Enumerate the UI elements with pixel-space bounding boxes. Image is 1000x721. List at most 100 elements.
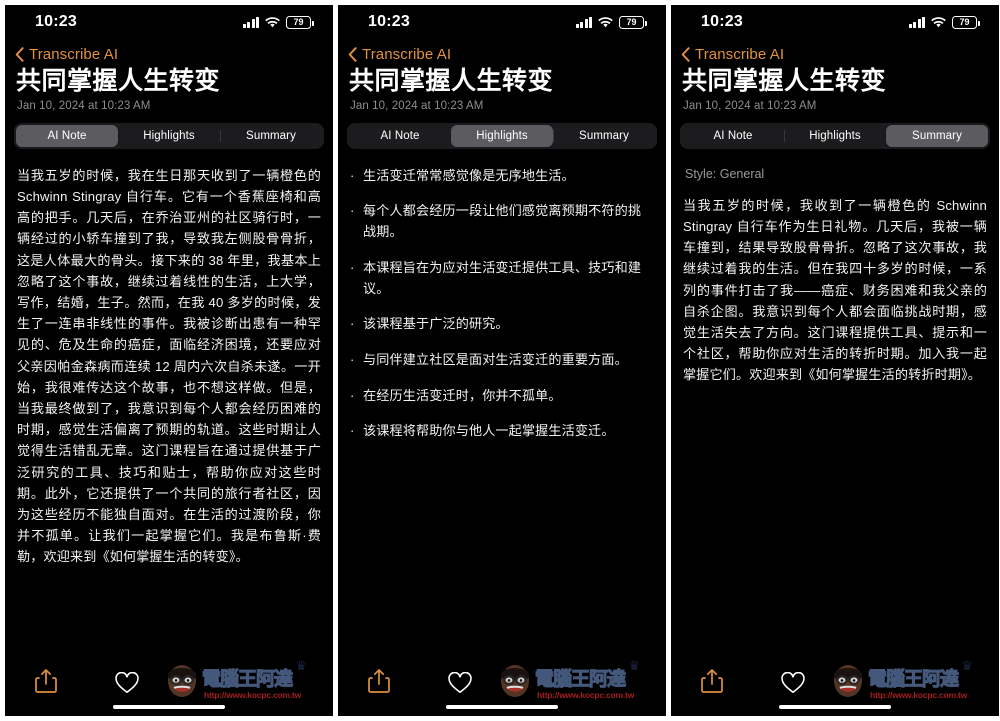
heart-icon[interactable] [447,671,473,694]
tabs-container: AI Note Highlights Summary [338,112,666,149]
back-label: Transcribe AI [29,45,119,63]
status-indicators: 79 [908,15,980,29]
tabs-container: AI Note Highlights Summary [5,112,333,149]
page-date: Jan 10, 2024 at 10:23 AM [350,99,484,112]
bullet-marker: · [350,423,355,439]
cellular-signal-icon [908,16,925,28]
bottom-toolbar: ♛ 電腦王阿達 http://www.kocpc.com.tw [338,654,666,716]
tab-highlights[interactable]: Highlights [784,125,886,147]
bullet-marker: · [350,167,355,183]
list-item-text: 该课程将帮助你与他人一起掌握生活变迁。 [363,423,615,439]
bullet-marker: · [350,387,355,403]
page-title: 共同掌握人生转变 [349,67,554,95]
bullet-marker: · [350,316,355,332]
site-watermark: ♛ 電腦王阿達 http://www.kocpc.com.tw [828,658,995,702]
chevron-left-icon [15,46,24,62]
watermark-text: ♛ 電腦王阿達 http://www.kocpc.com.tw [201,658,329,701]
back-label: Transcribe AI [695,45,785,63]
battery-icon: 79 [286,15,314,29]
tabs-container: AI Note Highlights Summary [671,112,999,149]
crown-icon: ♛ [295,658,307,673]
list-item: · 生活变迁常常感觉像是无序地生活。 [350,166,654,187]
mascot-face-icon [495,662,535,700]
crown-icon: ♛ [628,658,640,673]
bottom-toolbar: ♛ 電腦王阿達 http://www.kocpc.com.tw [5,654,333,716]
watermark-brand: 電腦王阿達 [534,669,626,691]
wifi-icon [265,16,280,28]
battery-icon: 79 [952,15,980,29]
list-item: · 该课程基于广泛的研究。 [350,314,654,335]
cellular-signal-icon [242,16,259,28]
back-button[interactable]: Transcribe AI [338,39,666,65]
page-date: Jan 10, 2024 at 10:23 AM [683,99,817,112]
site-watermark: ♛ 電腦王阿達 http://www.kocpc.com.tw [495,658,662,702]
tab-ai-note[interactable]: AI Note [16,124,118,147]
tab-summary[interactable]: Summary [553,125,655,147]
segmented-control: AI Note Highlights Summary [14,122,324,149]
cellular-signal-icon [575,16,592,28]
page-title: 共同掌握人生转变 [16,67,221,95]
list-item: · 与同伴建立社区是面对生活变迁的重要方面。 [350,350,654,371]
status-indicators: 79 [242,15,314,29]
status-bar: 10:23 79 [338,5,666,39]
share-icon[interactable] [35,668,57,694]
bullet-marker: · [350,203,355,219]
heart-icon[interactable] [780,671,806,694]
screenshot-strip: 10:23 79 Transcribe AI 共同掌握人生转变 Jan 10, … [0,0,1000,721]
list-item: · 该课程将帮助你与他人一起掌握生活变迁。 [350,421,654,442]
chevron-left-icon [681,46,690,62]
watermark-brand: 電腦王阿達 [201,669,293,691]
phone-panel-summary: 10:23 79 Transcribe AI 共同掌握人生转变 Jan 10, … [671,5,999,716]
status-indicators: 79 [575,15,647,29]
heart-icon[interactable] [114,671,140,694]
page-date: Jan 10, 2024 at 10:23 AM [17,99,151,112]
mascot-face-icon [828,662,868,700]
ai-note-body: 当我五岁的时候，我在生日那天收到了一辆橙色的 Schwinn Stingray … [17,167,321,565]
status-clock: 10:23 [701,13,743,30]
status-clock: 10:23 [368,13,410,30]
chevron-left-icon [348,46,357,62]
list-item: · 在经历生活变迁时，你并不孤单。 [350,386,654,407]
bullet-marker: · [350,351,355,367]
phone-panel-ai-note: 10:23 79 Transcribe AI 共同掌握人生转变 Jan 10, … [5,5,333,716]
panel-content-summary: Style: General 当我五岁的时候，我收到了一辆橙色的 Schwinn… [671,149,999,654]
list-item: · 每个人都会经历一段让他们感觉离预期不符的挑战期。 [350,201,654,242]
tab-summary[interactable]: Summary [886,124,988,147]
watermark-text: ♛ 電腦王阿達 http://www.kocpc.com.tw [867,658,995,701]
status-bar: 10:23 79 [671,5,999,39]
wifi-icon [598,16,613,28]
mascot-face-icon [162,662,202,700]
watermark-url: http://www.kocpc.com.tw [537,690,635,700]
panel-content-highlights: · 生活变迁常常感觉像是无序地生活。 · 每个人都会经历一段让他们感觉离预期不符… [338,149,666,654]
tab-highlights[interactable]: Highlights [451,124,553,147]
home-indicator [113,704,225,709]
status-bar: 10:23 79 [5,5,333,39]
battery-level: 79 [293,16,304,27]
list-item-text: 该课程基于广泛的研究。 [363,316,509,332]
site-watermark: ♛ 電腦王阿達 http://www.kocpc.com.tw [162,658,329,702]
back-button[interactable]: Transcribe AI [5,39,333,65]
segmented-control: AI Note Highlights Summary [347,122,657,149]
wifi-icon [931,16,946,28]
summary-style-label[interactable]: Style: General [683,149,987,181]
bullet-marker: · [350,259,355,275]
home-indicator [779,704,891,709]
share-icon[interactable] [368,668,390,694]
list-item-text: 与同伴建立社区是面对生活变迁的重要方面。 [363,351,628,367]
bottom-toolbar: ♛ 電腦王阿達 http://www.kocpc.com.tw [671,654,999,716]
tab-ai-note[interactable]: AI Note [682,125,784,147]
status-clock: 10:23 [35,13,77,30]
share-icon[interactable] [701,668,723,694]
tab-ai-note[interactable]: AI Note [349,125,451,147]
list-item-text: 本课程旨在为应对生活变迁提供工具、技巧和建议。 [363,259,642,296]
back-button[interactable]: Transcribe AI [671,39,999,65]
watermark-brand: 電腦王阿達 [867,669,959,691]
page-title: 共同掌握人生转变 [682,67,887,95]
phone-panel-highlights: 10:23 79 Transcribe AI 共同掌握人生转变 Jan 10, … [338,5,666,716]
tab-highlights[interactable]: Highlights [118,125,220,147]
watermark-url: http://www.kocpc.com.tw [204,690,302,700]
home-indicator [446,704,558,709]
tab-summary[interactable]: Summary [220,125,322,147]
watermark-url: http://www.kocpc.com.tw [870,690,968,700]
crown-icon: ♛ [961,658,973,673]
